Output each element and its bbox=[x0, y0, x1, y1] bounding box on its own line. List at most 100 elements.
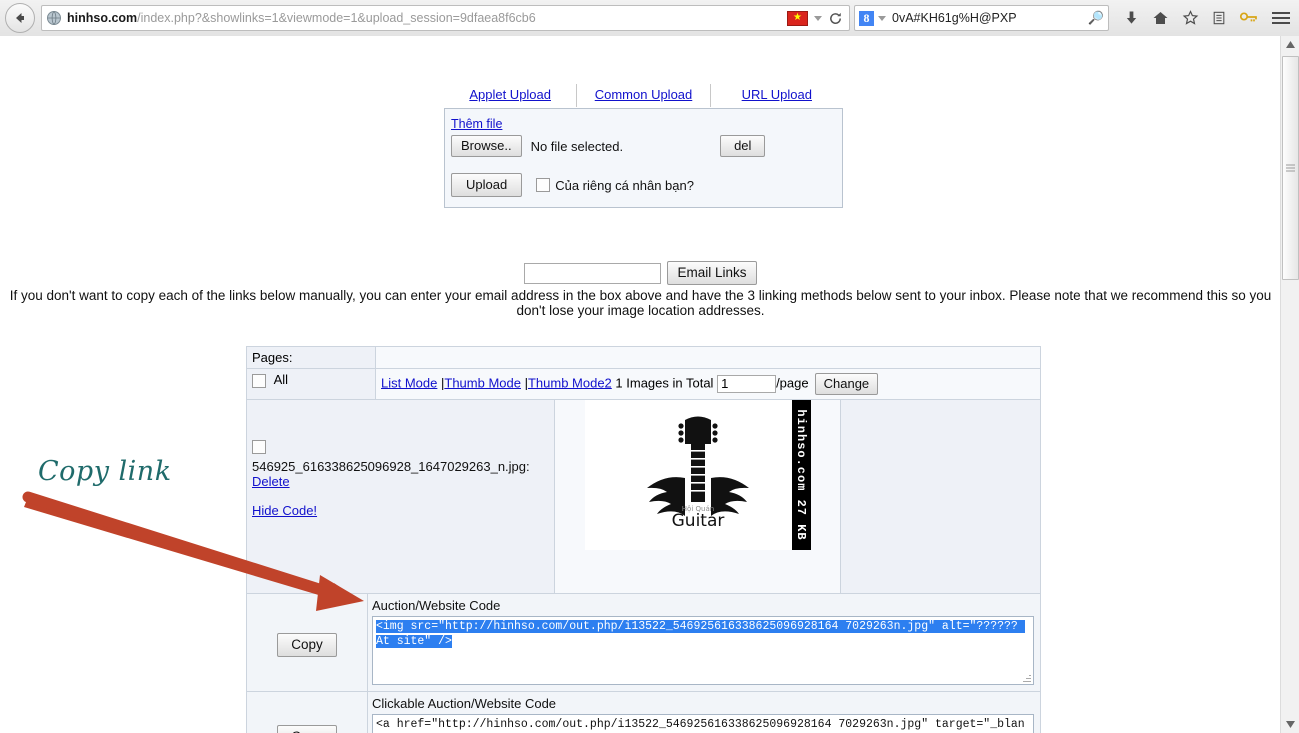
list-mode-link[interactable]: List Mode bbox=[381, 375, 437, 390]
change-button[interactable]: Change bbox=[814, 373, 879, 395]
select-all-label: All bbox=[273, 372, 289, 387]
image-row: 546925_616338625096928_1647029263_n.jpg:… bbox=[246, 399, 1041, 596]
private-checkbox-label: Của riêng cá nhân bạn? bbox=[555, 177, 694, 193]
hide-code-link[interactable]: Hide Code! bbox=[252, 503, 317, 518]
search-icon[interactable]: 🔍 bbox=[1088, 10, 1104, 26]
code-panels-table: Copy Auction/Website Code <img src="http… bbox=[246, 593, 1041, 733]
upload-button[interactable]: Upload bbox=[451, 173, 523, 197]
pages-header-row: Pages: bbox=[246, 346, 1041, 369]
reload-icon[interactable] bbox=[828, 11, 843, 26]
home-icon[interactable] bbox=[1152, 10, 1169, 26]
page-scrollbar[interactable] bbox=[1280, 36, 1299, 733]
select-all-checkbox[interactable] bbox=[252, 373, 266, 388]
file-info-cell: 546925_616338625096928_1647029263_n.jpg:… bbox=[246, 399, 555, 596]
back-button[interactable] bbox=[5, 3, 35, 33]
tab-url-upload-link[interactable]: URL Upload bbox=[742, 87, 812, 102]
star-icon[interactable] bbox=[1182, 10, 1199, 26]
code-panel-row-1: Copy Auction/Website Code <img src="http… bbox=[246, 593, 1041, 692]
chevron-up-icon bbox=[1285, 41, 1295, 48]
address-bar[interactable]: hinhso.com/index.php?&showlinks=1&viewmo… bbox=[41, 5, 850, 31]
del-button[interactable]: del bbox=[720, 135, 766, 157]
scrollbar-thumb[interactable] bbox=[1282, 56, 1299, 280]
thumb-mode2-link[interactable]: Thumb Mode2 bbox=[528, 375, 612, 390]
chevron-down-icon bbox=[1285, 721, 1295, 728]
browser-toolbar: hinhso.com/index.php?&showlinks=1&viewmo… bbox=[0, 0, 1299, 37]
scroll-down-button[interactable] bbox=[1281, 716, 1299, 733]
clickable-code-label: Clickable Auction/Website Code bbox=[372, 696, 557, 711]
page-content: Applet Upload Common Upload URL Upload T… bbox=[0, 36, 1281, 733]
url-path: /index.php?&showlinks=1&viewmode=1&uploa… bbox=[137, 11, 536, 25]
google-icon: 8 bbox=[859, 10, 874, 26]
private-checkbox[interactable] bbox=[536, 178, 551, 192]
toolbar-icons bbox=[1115, 10, 1299, 26]
tab-applet-upload-link[interactable]: Applet Upload bbox=[469, 87, 551, 102]
pages-empty-cell bbox=[375, 346, 1041, 369]
auction-code-value: <img src="http://hinhso.com/out.php/i135… bbox=[376, 620, 1025, 648]
email-links-button[interactable]: Email Links bbox=[667, 261, 757, 285]
tab-common-upload-link[interactable]: Common Upload bbox=[595, 87, 693, 102]
download-icon[interactable] bbox=[1124, 10, 1139, 26]
row-spacer-cell bbox=[840, 399, 1041, 596]
hamburger-menu-icon[interactable] bbox=[1272, 12, 1290, 24]
delete-link[interactable]: Delete bbox=[252, 474, 290, 489]
mode-sep-2: | bbox=[520, 375, 528, 391]
resize-grip-icon[interactable] bbox=[1022, 673, 1031, 682]
code-cell-2: Clickable Auction/Website Code <a href="… bbox=[367, 691, 1041, 733]
search-input[interactable]: 0vA#KH61g%H@PXP bbox=[892, 11, 1017, 25]
search-box[interactable]: 8 0vA#KH61g%H@PXP 🔍 bbox=[854, 5, 1109, 31]
clickable-code-textarea[interactable]: <a href="http://hinhso.com/out.php/i1352… bbox=[372, 714, 1034, 733]
email-note: If you don't want to copy each of the li… bbox=[9, 288, 1272, 318]
file-name: 546925_616338625096928_1647029263_n.jpg: bbox=[252, 458, 530, 474]
auction-code-label: Auction/Website Code bbox=[372, 598, 501, 613]
vietnam-flag-icon[interactable]: ★ bbox=[787, 10, 808, 26]
clickable-code-value: <a href="http://hinhso.com/out.php/i1352… bbox=[376, 718, 1025, 731]
code-panel-row-2: Copy Clickable Auction/Website Code <a h… bbox=[246, 691, 1041, 733]
chevron-down-icon[interactable] bbox=[814, 15, 822, 21]
annotation-label: Copy link bbox=[38, 456, 172, 487]
copy-cell-1: Copy bbox=[246, 593, 368, 692]
no-file-label: No file selected. bbox=[530, 138, 624, 154]
add-file-row: Thêm file bbox=[451, 117, 834, 131]
url-text: hinhso.com/index.php?&showlinks=1&viewmo… bbox=[67, 11, 536, 25]
thumbnail-watermark-text: hinhso.com 27 KB bbox=[794, 409, 808, 541]
scrollbar-grip-icon bbox=[1286, 163, 1295, 174]
code-cell-1: Auction/Website Code <img src="http://hi… bbox=[367, 593, 1041, 692]
upload-tabs: Applet Upload Common Upload URL Upload bbox=[444, 84, 843, 107]
upload-panel: Applet Upload Common Upload URL Upload T… bbox=[444, 84, 843, 208]
tab-applet-upload[interactable]: Applet Upload bbox=[444, 84, 578, 107]
add-file-link[interactable]: Thêm file bbox=[451, 117, 502, 131]
tab-url-upload[interactable]: URL Upload bbox=[710, 84, 843, 107]
thumbnail-watermark-bar: hinhso.com 27 KB bbox=[791, 400, 811, 550]
thumb-mode-link[interactable]: Thumb Mode bbox=[444, 375, 521, 390]
address-bar-actions: ★ bbox=[787, 10, 845, 26]
per-page-value: 1 bbox=[721, 376, 729, 391]
svg-text:Guitar: Guitar bbox=[671, 511, 724, 531]
copy-cell-2: Copy bbox=[246, 691, 368, 733]
per-page-suffix: /page bbox=[776, 375, 809, 391]
scroll-up-button[interactable] bbox=[1281, 36, 1299, 53]
url-domain: hinhso.com bbox=[67, 11, 138, 25]
copy-button-auction[interactable]: Copy bbox=[277, 633, 337, 657]
key-icon[interactable] bbox=[1239, 10, 1259, 26]
search-engine-chevron-icon[interactable] bbox=[878, 15, 886, 21]
browse-button[interactable]: Browse.. bbox=[451, 135, 522, 157]
copy-button-clickable[interactable]: Copy bbox=[277, 725, 337, 733]
view-modes-cell: List Mode |Thumb Mode |Thumb Mode2 1 Ima… bbox=[375, 368, 1041, 400]
tab-common-upload[interactable]: Common Upload bbox=[577, 84, 711, 107]
email-links-row: Email Links bbox=[0, 261, 1281, 285]
modes-row: All List Mode |Thumb Mode |Thumb Mode2 1… bbox=[246, 368, 1041, 400]
clipboard-icon[interactable] bbox=[1212, 10, 1226, 26]
upload-action-row: Upload Của riêng cá nhân bạn? bbox=[451, 173, 834, 197]
per-page-input[interactable]: 1 bbox=[717, 375, 777, 393]
private-checkbox-wrap[interactable]: Của riêng cá nhân bạn? bbox=[536, 178, 694, 193]
file-input-row: Browse.. No file selected. del bbox=[451, 135, 834, 157]
upload-form: Thêm file Browse.. No file selected. del… bbox=[444, 108, 843, 208]
thumbnail-image[interactable]: Hội Quán Guitar hinhso.com 27 KB bbox=[584, 400, 811, 550]
row-checkbox[interactable] bbox=[252, 439, 266, 454]
pages-label-cell: Pages: bbox=[246, 346, 376, 369]
email-input[interactable] bbox=[524, 262, 662, 284]
thumbnail-cell[interactable]: Hội Quán Guitar hinhso.com 27 KB bbox=[554, 399, 841, 596]
auction-code-textarea[interactable]: <img src="http://hinhso.com/out.php/i135… bbox=[372, 616, 1034, 685]
globe-icon bbox=[47, 11, 61, 25]
select-all-cell[interactable]: All bbox=[246, 368, 376, 400]
